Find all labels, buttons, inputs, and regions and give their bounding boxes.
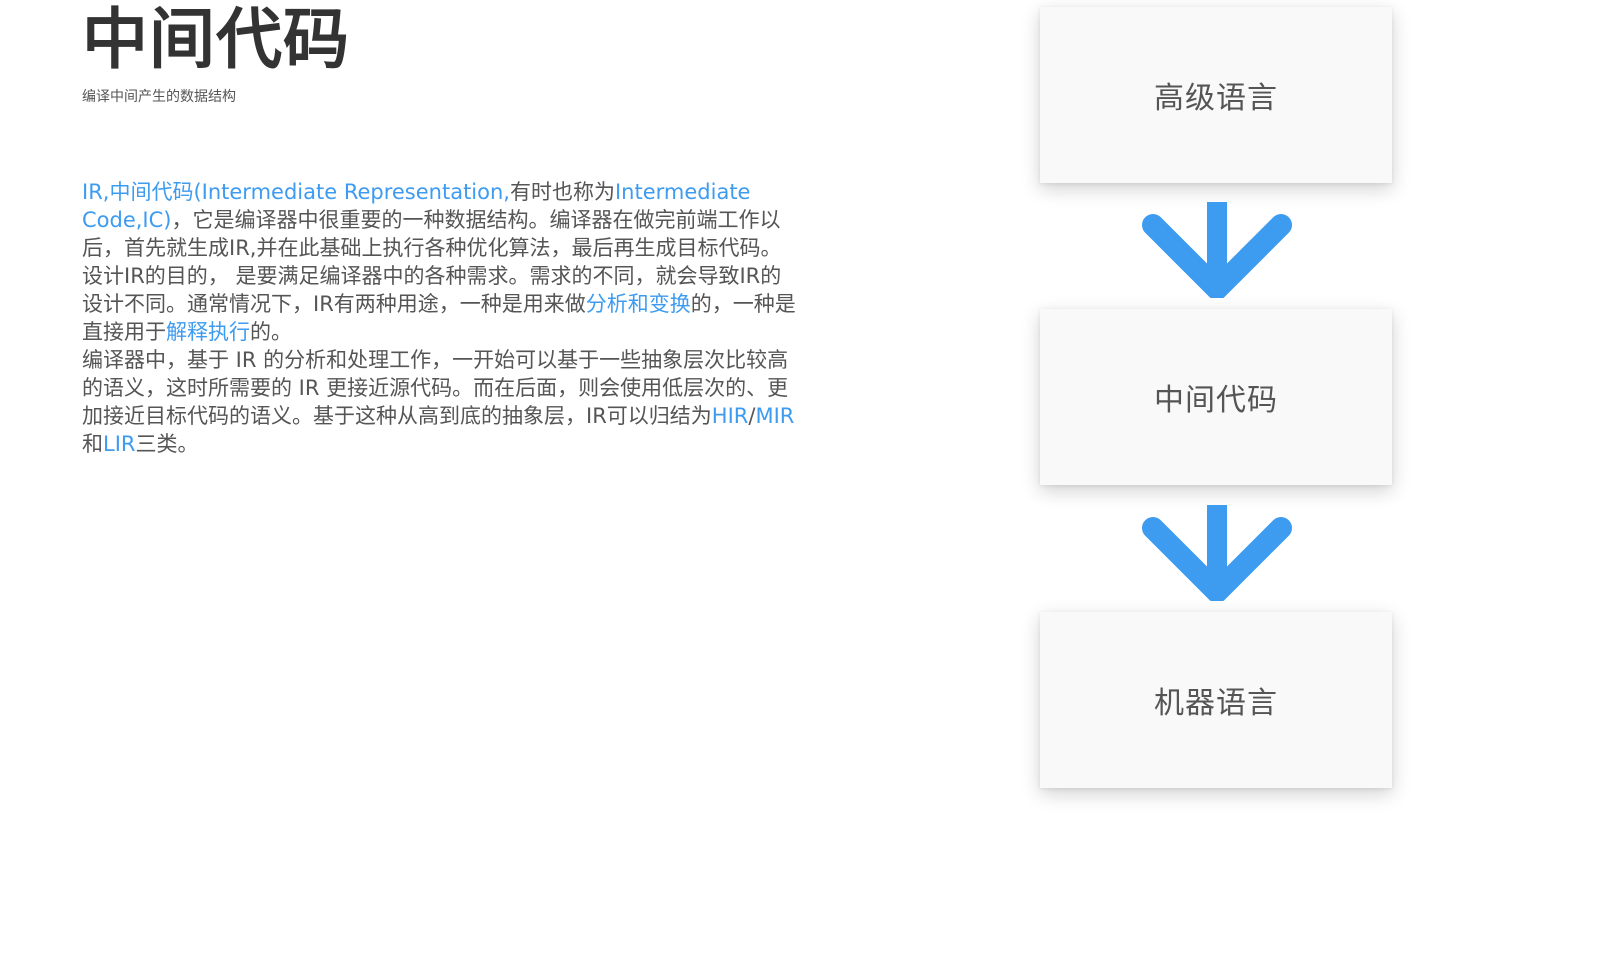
paragraph-levels: 编译器中，基于 IR 的分析和处理工作，一开始可以基于一些抽象层次比较高的语义，… xyxy=(82,346,802,458)
term-lir: LIR xyxy=(103,432,136,456)
term-hir: HIR xyxy=(711,404,749,428)
page-subtitle: 编译中间产生的数据结构 xyxy=(82,89,236,105)
down-arrow-icon xyxy=(1142,505,1292,601)
term-ir-definition: IR,中间代码(Intermediate Representation, xyxy=(82,180,510,204)
term-mir: MIR xyxy=(755,404,795,428)
flow-box-intermediate-code: 中间代码 xyxy=(1040,309,1392,485)
text-fragment: 编译器中，基于 IR 的分析和处理工作，一开始可以基于一些抽象层次比较高的语义，… xyxy=(82,348,789,428)
text-fragment: ，它是编译器中很重要的一种数据结构。编译器在做完前端工作以后，首先就生成IR,并… xyxy=(82,208,782,260)
text-fragment: 有时也称为 xyxy=(509,180,615,204)
flow-box-high-level-language: 高级语言 xyxy=(1040,7,1392,183)
paragraph-definition: IR,中间代码(Intermediate Representation,有时也称… xyxy=(82,178,802,262)
page-title: 中间代码 xyxy=(82,1,350,78)
text-fragment: 的。 xyxy=(250,320,292,344)
flow-box-machine-language: 机器语言 xyxy=(1040,612,1392,788)
term-interpretation: 解释执行 xyxy=(166,320,250,344)
term-analysis-transform: 分析和变换 xyxy=(585,292,691,316)
description-text: IR,中间代码(Intermediate Representation,有时也称… xyxy=(82,178,802,458)
text-fragment: 和 xyxy=(82,432,103,456)
down-arrow-icon xyxy=(1142,202,1292,298)
paragraph-purpose: 设计IR的目的， 是要满足编译器中的各种需求。需求的不同，就会导致IR的设计不同… xyxy=(82,262,802,346)
text-fragment: 三类。 xyxy=(135,432,199,456)
